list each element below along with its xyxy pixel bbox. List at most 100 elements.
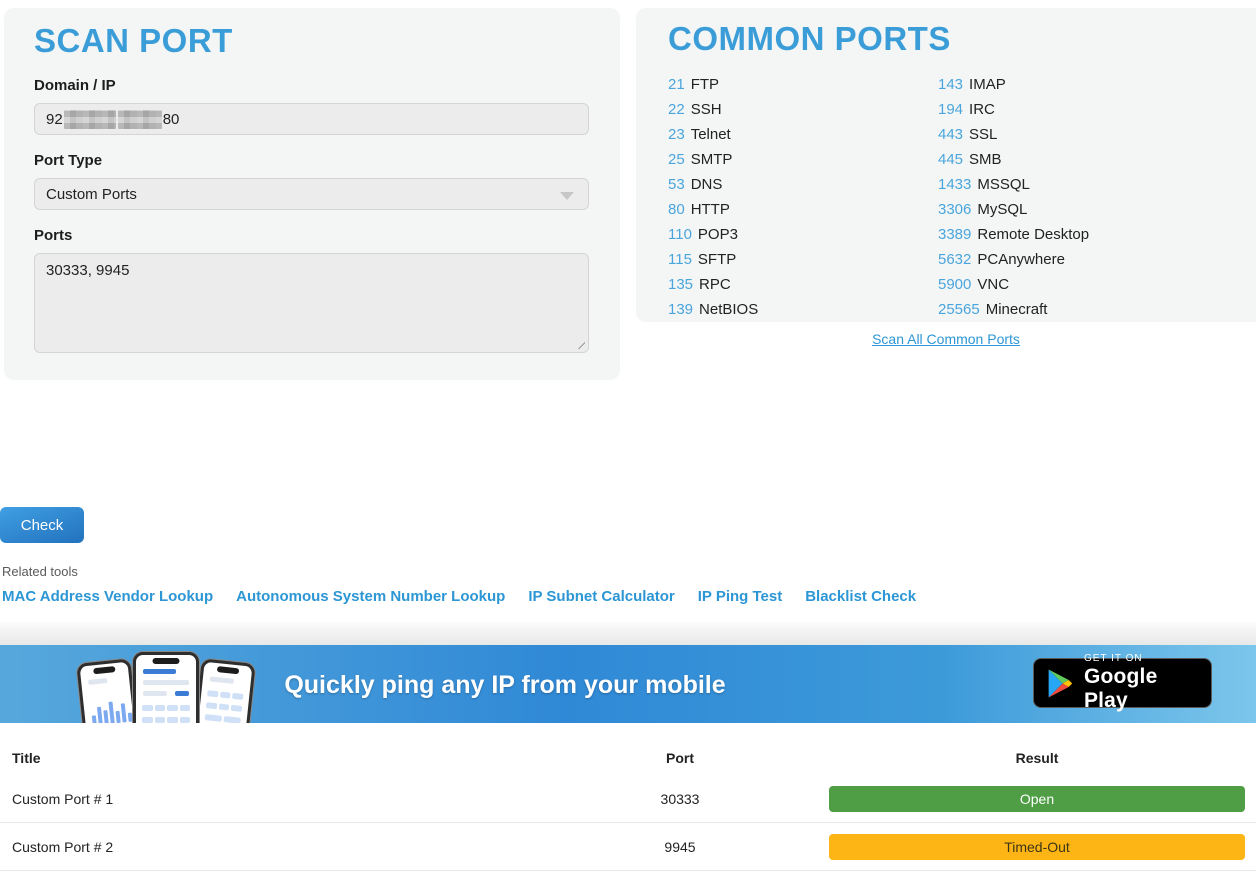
related-tools-heading: Related tools (2, 564, 78, 579)
port-number-link[interactable]: 110 (668, 226, 692, 243)
port-line-mssql: 1433MSSQL (938, 172, 1208, 197)
port-line-smb: 445 SMB (938, 147, 1208, 172)
link-asn-lookup[interactable]: Autonomous System Number Lookup (236, 588, 505, 605)
domain-ip-value-prefix: 92 (46, 111, 63, 128)
port-name: Remote Desktop (977, 226, 1089, 243)
port-line-rpc: 135 RPC (668, 272, 938, 297)
port-number-link[interactable]: 139 (668, 301, 693, 318)
row-title: Custom Port # 1 (0, 791, 560, 807)
section-divider-strip (0, 622, 1256, 645)
common-ports-title: COMMON PORTS (668, 20, 1244, 58)
port-line-netbios: 139 NetBIOS (668, 297, 938, 322)
port-number-link[interactable]: 22 (668, 101, 685, 118)
port-name: DNS (691, 176, 723, 193)
port-number-link[interactable]: 21 (668, 76, 685, 93)
port-name: Telnet (691, 126, 731, 143)
port-number-link[interactable]: 25565 (938, 301, 980, 318)
port-number-link[interactable]: 23 (668, 126, 685, 143)
redacted-ip-block (118, 110, 162, 129)
domain-ip-value-suffix: 80 (163, 111, 180, 128)
common-ports-card: COMMON PORTS 21 FTP 22 SSH 23 Telnet 25 SMTP… (636, 8, 1256, 322)
port-line-dns: 53 DNS (668, 172, 938, 197)
port-type-selected-value: Custom Ports (46, 186, 137, 203)
google-play-icon (1046, 667, 1074, 700)
scan-all-common-ports-wrap: Scan All Common Ports (636, 331, 1256, 349)
port-line-remote-desktop: 3389 Remote Desktop (938, 222, 1208, 247)
port-number-link[interactable]: 80 (668, 201, 685, 218)
header-port: Port (560, 750, 800, 766)
port-name: MySQL (977, 201, 1027, 218)
port-number-link[interactable]: 25 (668, 151, 685, 168)
status-badge-timed-out: Timed-Out (829, 834, 1245, 860)
port-name: PCAnywhere (977, 251, 1065, 268)
port-number-link[interactable]: 5900 (938, 276, 971, 293)
row-port: 30333 (560, 791, 800, 807)
port-type-select[interactable]: Custom Ports (34, 178, 589, 210)
port-line-pcanywhere: 5632 PCAnywhere (938, 247, 1208, 272)
port-number-link[interactable]: 445 (938, 151, 963, 168)
common-ports-column-2: 143 IMAP 194 IRC 443SSL 445 SMB 1433MSSQL 3… (938, 72, 1208, 322)
google-play-badge[interactable]: GET IT ON Google Play (1033, 658, 1212, 708)
common-ports-list: 21 FTP 22 SSH 23 Telnet 25 SMTP 53 DNS 80 HTTP… (668, 72, 1244, 322)
mobile-app-banner[interactable]: Quickly ping any IP from your mobile GET… (0, 645, 1256, 723)
port-name: RPC (699, 276, 731, 293)
google-play-get-it-on: GET IT ON (1084, 653, 1199, 664)
port-line-ssl: 443SSL (938, 122, 1208, 147)
port-line-telnet: 23 Telnet (668, 122, 938, 147)
port-number-link[interactable]: 443 (938, 126, 963, 143)
google-play-text: GET IT ON Google Play (1084, 653, 1199, 713)
related-tools-links: MAC Address Vendor Lookup Autonomous Sys… (2, 588, 916, 605)
port-number-link[interactable]: 53 (668, 176, 685, 193)
port-line-smtp: 25 SMTP (668, 147, 938, 172)
port-number-link[interactable]: 143 (938, 76, 963, 93)
port-name: FTP (691, 76, 719, 93)
header-result: Result (829, 750, 1245, 766)
redacted-ip-block (64, 110, 116, 129)
results-header-row: Title Port Result (0, 741, 1256, 775)
port-name: SFTP (698, 251, 736, 268)
port-name: IMAP (969, 76, 1006, 93)
port-name: IRC (969, 101, 995, 118)
phone-middle-image (133, 652, 199, 723)
link-ip-subnet-calculator[interactable]: IP Subnet Calculator (528, 588, 674, 605)
port-name: HTTP (691, 201, 730, 218)
port-number-link[interactable]: 5632 (938, 251, 971, 268)
port-line-irc: 194 IRC (938, 97, 1208, 122)
link-mac-address-vendor-lookup[interactable]: MAC Address Vendor Lookup (2, 588, 213, 605)
port-number-link[interactable]: 3306 (938, 201, 971, 218)
scan-results-table: Title Port Result Custom Port # 1 30333 … (0, 741, 1256, 871)
scan-port-title: SCAN PORT (34, 22, 590, 60)
port-name: SMB (969, 151, 1002, 168)
check-button[interactable]: Check (0, 507, 84, 543)
port-line-vnc: 5900VNC (938, 272, 1208, 297)
scan-port-card: SCAN PORT Domain / IP 92 80 Port Type Cu… (4, 8, 620, 380)
resize-handle-icon[interactable] (573, 337, 585, 349)
table-row: Custom Port # 2 9945 Timed-Out (0, 823, 1256, 871)
ports-textarea[interactable]: 30333, 9945 (34, 253, 589, 353)
status-badge-open: Open (829, 786, 1245, 812)
port-number-link[interactable]: 115 (668, 251, 692, 268)
port-name: SSH (691, 101, 722, 118)
chevron-down-icon (560, 192, 574, 200)
port-number-link[interactable]: 1433 (938, 176, 971, 193)
port-number-link[interactable]: 3389 (938, 226, 971, 243)
port-line-sftp: 115 SFTP (668, 247, 938, 272)
port-line-pop3: 110POP3 (668, 222, 938, 247)
port-line-minecraft: 25565 Minecraft (938, 297, 1208, 322)
port-name: Minecraft (986, 301, 1048, 318)
port-line-mysql: 3306 MySQL (938, 197, 1208, 222)
port-name: NetBIOS (699, 301, 758, 318)
link-ip-ping-test[interactable]: IP Ping Test (698, 588, 782, 605)
link-blacklist-check[interactable]: Blacklist Check (805, 588, 916, 605)
domain-ip-label: Domain / IP (34, 77, 590, 94)
port-name: SMTP (691, 151, 733, 168)
port-line-ssh: 22 SSH (668, 97, 938, 122)
port-scanner-page: SCAN PORT Domain / IP 92 80 Port Type Cu… (0, 0, 1256, 875)
port-number-link[interactable]: 135 (668, 276, 693, 293)
port-line-ftp: 21 FTP (668, 72, 938, 97)
scan-all-common-ports-link[interactable]: Scan All Common Ports (872, 331, 1020, 347)
domain-ip-input[interactable]: 92 80 (34, 103, 589, 135)
port-number-link[interactable]: 194 (938, 101, 963, 118)
port-line-http: 80 HTTP (668, 197, 938, 222)
row-title: Custom Port # 2 (0, 839, 560, 855)
